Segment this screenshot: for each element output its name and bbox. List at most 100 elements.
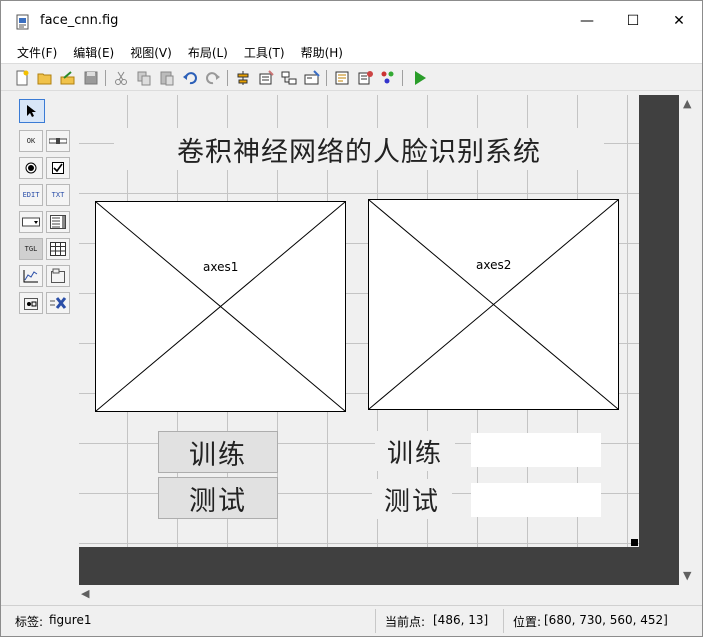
activex-icon — [50, 297, 67, 309]
toolbar-separator — [402, 70, 403, 86]
radio-icon — [25, 162, 37, 174]
ok-icon: OK — [26, 137, 36, 145]
listbox-tool[interactable] — [46, 211, 70, 233]
canvas-resize-handle[interactable] — [631, 539, 638, 546]
new-icon[interactable] — [13, 69, 31, 87]
current-point-value: [486, 13] — [433, 613, 489, 627]
axes2-label: axes2 — [476, 258, 512, 272]
tab-order-icon[interactable] — [280, 69, 298, 87]
test-button[interactable]: 测试 — [158, 477, 278, 519]
close-button[interactable]: ✕ — [656, 1, 702, 41]
vertical-scrollbar[interactable]: ▲ ▼ — [679, 95, 697, 585]
axes2[interactable]: axes2 — [368, 199, 619, 410]
open-icon[interactable] — [36, 69, 54, 87]
position-value: [680, 730, 560, 452] — [544, 613, 668, 627]
redo-icon[interactable] — [204, 69, 222, 87]
menu-bar: 文件(F) 编辑(E) 视图(V) 布局(L) 工具(T) 帮助(H) — [1, 41, 702, 63]
txt-icon: TXT — [51, 191, 65, 199]
maximize-icon: ☐ — [626, 13, 640, 29]
toolbar-editor-icon[interactable] — [303, 69, 321, 87]
table-tool[interactable] — [46, 238, 70, 260]
toolbar-separator — [105, 70, 106, 86]
export-icon[interactable] — [59, 69, 77, 87]
run-icon[interactable] — [411, 69, 429, 87]
axes1[interactable]: axes1 — [95, 201, 346, 412]
pushbutton-tool[interactable]: OK — [19, 130, 43, 152]
component-palette: OK EDIT TXT TGL — [15, 95, 75, 325]
statictext-tool[interactable]: TXT — [46, 184, 70, 206]
menu-editor-icon[interactable] — [257, 69, 275, 87]
layout-editor: 卷积神经网络的人脸识别系统 axes1 axes2 训练 测试 训练 测试 — [79, 95, 679, 585]
status-bar: 标签: figure1 当前点: [486, 13] 位置: [680, 730… — [1, 605, 702, 636]
axes-placeholder-cross — [369, 200, 618, 409]
axes-icon — [23, 270, 38, 283]
test-static-text[interactable]: 测试 — [372, 479, 452, 519]
toolbar — [1, 63, 702, 91]
status-separator — [375, 609, 376, 633]
save-icon[interactable] — [82, 69, 100, 87]
figure-title-text[interactable]: 卷积神经网络的人脸识别系统 — [114, 128, 604, 170]
minimize-icon: — — [580, 13, 594, 29]
axes-placeholder-cross — [96, 202, 345, 411]
table-icon — [50, 242, 66, 256]
axes1-label: axes1 — [203, 260, 239, 274]
align-icon[interactable] — [234, 69, 252, 87]
buttongroup-tool[interactable] — [19, 292, 43, 314]
listbox-icon — [50, 215, 66, 229]
edit-tool[interactable]: EDIT — [19, 184, 43, 206]
toolbar-separator — [326, 70, 327, 86]
figure-canvas[interactable]: 卷积神经网络的人脸识别系统 axes1 axes2 训练 测试 训练 测试 — [79, 95, 639, 547]
paste-icon[interactable] — [158, 69, 176, 87]
train-edit-field[interactable] — [471, 433, 601, 467]
fig-file-icon — [16, 14, 29, 30]
select-tool[interactable] — [19, 99, 45, 123]
tgl-icon: TGL — [24, 245, 38, 253]
tag-label: 标签: — [15, 615, 44, 629]
activex-tool[interactable] — [46, 292, 70, 314]
arrow-cursor-icon — [27, 105, 36, 117]
checkbox-tool[interactable] — [46, 157, 70, 179]
popup-icon — [22, 217, 40, 227]
train-static-text[interactable]: 训练 — [375, 431, 455, 471]
maximize-button[interactable]: ☐ — [610, 1, 656, 41]
minimize-button[interactable]: — — [564, 1, 610, 41]
slider-tool[interactable] — [46, 130, 70, 152]
menu-edit[interactable]: 编辑(E) — [65, 41, 122, 63]
menu-view[interactable]: 视图(V) — [122, 41, 180, 63]
position-label: 位置: — [513, 615, 542, 629]
scroll-down-icon[interactable]: ▼ — [683, 569, 691, 582]
test-edit-field[interactable] — [471, 483, 601, 517]
panel-icon — [51, 268, 65, 283]
property-inspector-icon[interactable] — [356, 69, 374, 87]
menu-tools[interactable]: 工具(T) — [236, 41, 293, 63]
editor-icon[interactable] — [333, 69, 351, 87]
menu-file[interactable]: 文件(F) — [9, 41, 65, 63]
copy-icon[interactable] — [135, 69, 153, 87]
undo-icon[interactable] — [181, 69, 199, 87]
axes-tool[interactable] — [19, 265, 43, 287]
cut-icon[interactable] — [112, 69, 130, 87]
scroll-up-icon[interactable]: ▲ — [683, 97, 691, 110]
train-button[interactable]: 训练 — [158, 431, 278, 473]
buttongroup-icon — [24, 298, 38, 310]
toolbar-separator — [227, 70, 228, 86]
title-bar: face_cnn.fig — ☐ ✕ — [1, 1, 702, 41]
edit-icon: EDIT — [22, 191, 40, 199]
checkbox-icon — [52, 162, 64, 174]
current-point-label: 当前点: — [385, 615, 426, 629]
slider-icon — [49, 138, 67, 144]
panel-tool[interactable] — [46, 265, 70, 287]
guide-window: face_cnn.fig — ☐ ✕ 文件(F) 编辑(E) 视图(V) 布局(… — [0, 0, 703, 637]
popupmenu-tool[interactable] — [19, 211, 43, 233]
window-title: face_cnn.fig — [40, 13, 119, 28]
status-separator — [503, 609, 504, 633]
menu-help[interactable]: 帮助(H) — [293, 41, 351, 63]
radiobutton-tool[interactable] — [19, 157, 43, 179]
scroll-left-icon[interactable]: ◀ — [81, 587, 89, 600]
object-browser-icon[interactable] — [379, 69, 397, 87]
menu-layout[interactable]: 布局(L) — [180, 41, 236, 63]
horizontal-scrollbar[interactable]: ◀ — [79, 585, 679, 603]
close-icon: ✕ — [673, 13, 685, 29]
tag-value: figure1 — [49, 613, 92, 627]
togglebutton-tool[interactable]: TGL — [19, 238, 43, 260]
